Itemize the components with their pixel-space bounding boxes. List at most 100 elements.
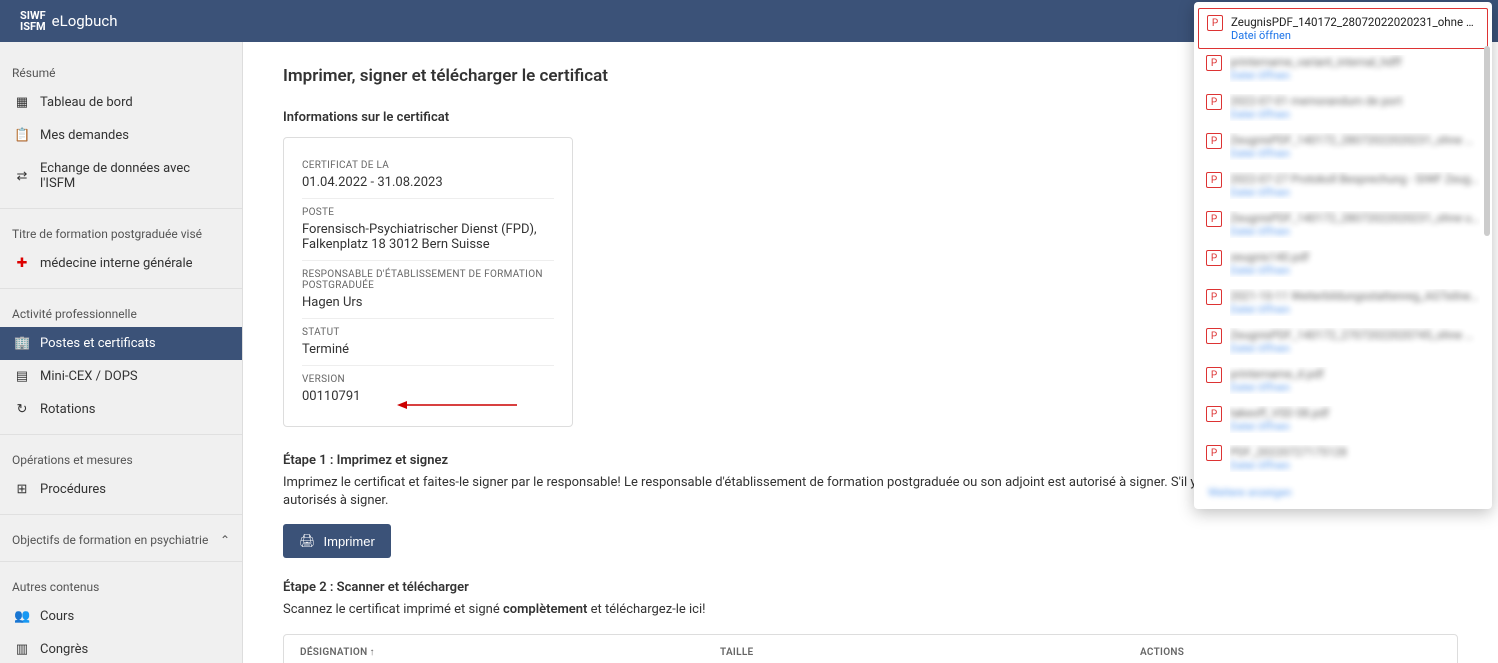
sidebar-section-titre: Titre de formation postgraduée visé (0, 221, 242, 247)
download-open-link[interactable]: Datei öffnen (1230, 108, 1480, 121)
download-name: 2021-10-11 Weiterbildungsstattenreg_AGTe… (1230, 289, 1480, 303)
download-item[interactable]: Pprintername_d.pdfDatei öffnen (1194, 361, 1492, 400)
dashboard-icon: ▦ (14, 95, 30, 110)
download-open-link[interactable]: Datei öffnen (1230, 264, 1480, 277)
download-item[interactable]: P ZeugnisPDF_140172_27072022020745_ohne U… (1194, 322, 1492, 361)
download-name: ZeugnisPDF_140172_28072022020231_ohne un… (1230, 211, 1480, 225)
sort-asc-icon: ↑ (369, 647, 374, 658)
download-name: takeoff_VSD 08.pdf (1230, 406, 1480, 420)
download-open-link[interactable]: Datei öffnen (1231, 29, 1479, 42)
exchange-icon: ⇄ (14, 169, 30, 184)
download-item[interactable]: P 2022-07-01 memorandum de portDatei öffn… (1194, 88, 1492, 127)
sidebar-section-resume: Résumé (0, 60, 242, 86)
pdf-icon: P (1206, 289, 1222, 305)
download-open-link[interactable]: Datei öffnen (1230, 147, 1480, 160)
pdf-icon: P (1206, 406, 1222, 422)
download-item[interactable]: P ZeugnisPDF_140172_28072022020231_ohne u… (1194, 205, 1492, 244)
sidebar-item-demandes[interactable]: 📋Mes demandes (0, 119, 242, 152)
clipboard-icon: 📋 (14, 128, 30, 143)
downloads-scrollbar[interactable] (1484, 46, 1490, 236)
th-designation[interactable]: DÉSIGNATION↑ (300, 647, 720, 658)
sidebar-item-cours[interactable]: 👥Cours (0, 600, 242, 633)
download-item[interactable]: Ptakeoff_VSD 08.pdfDatei öffnen (1194, 400, 1492, 439)
download-open-link[interactable]: Datei öffnen (1230, 381, 1480, 394)
pdf-icon: P (1206, 328, 1222, 344)
step2-desc: Scannez le certificat imprimé et signé c… (283, 601, 1458, 619)
download-open-link[interactable]: Datei öffnen (1230, 225, 1480, 238)
downloads-footer-link[interactable]: Weitere anzeigen (1194, 478, 1492, 499)
pdf-icon: P (1206, 172, 1222, 188)
sidebar-item-congres[interactable]: ▥Congrès (0, 633, 242, 663)
pdf-icon: P (1206, 250, 1222, 266)
resp-label: RESPONSABLE D'ÉTABLISSEMENT DE FORMATION… (302, 269, 554, 291)
sidebar-section-objectifs[interactable]: Objectifs de formation en psychiatrie⌃ (0, 527, 242, 553)
download-open-link[interactable]: Datei öffnen (1230, 69, 1480, 82)
download-open-link[interactable]: Datei öffnen (1230, 186, 1480, 199)
th-actions: ACTIONS (1140, 647, 1441, 658)
swiss-cross-icon: ✚ (14, 256, 30, 271)
download-name: ZeugnisPDF_140172_28072022020231_ohne Un… (1230, 133, 1480, 147)
sidebar-item-postes[interactable]: 🏢Postes et certificats (0, 327, 242, 360)
download-name: printername_d.pdf (1230, 367, 1480, 381)
download-item-highlighted[interactable]: P ZeugnisPDF_140172_28072022020231_ohne … (1198, 8, 1488, 49)
sidebar-item-medecine[interactable]: ✚médecine interne générale (0, 247, 242, 280)
statut-label: STATUT (302, 327, 554, 338)
downloads-panel: P ZeugnisPDF_140172_28072022020231_ohne … (1194, 2, 1492, 509)
file-icon: ▤ (14, 369, 30, 384)
download-item[interactable]: P ZeugnisPDF_140172_28072022020231_ohne U… (1194, 127, 1492, 166)
sidebar-item-minicex[interactable]: ▤Mini-CEX / DOPS (0, 360, 242, 393)
periode-label: CERTIFICAT DE LA (302, 160, 554, 171)
download-open-link[interactable]: Datei öffnen (1230, 459, 1480, 472)
download-open-link[interactable]: Datei öffnen (1230, 342, 1480, 355)
sidebar-item-tableau[interactable]: ▦Tableau de bord (0, 86, 242, 119)
table-header: DÉSIGNATION↑ TAILLE ACTIONS (283, 634, 1458, 663)
print-button[interactable]: 🖨 Imprimer (283, 524, 391, 558)
version-label: VERSION (302, 374, 554, 385)
sidebar-item-rotations[interactable]: ↻Rotations (0, 393, 242, 426)
pdf-icon: P (1207, 15, 1223, 31)
brand-name: eLogbuch (52, 12, 118, 30)
sidebar-section-operations: Opérations et mesures (0, 447, 242, 473)
download-item[interactable]: Pprintername_variant_internal_hdffDatei … (1194, 49, 1492, 88)
download-item[interactable]: P 2022-07-27 Protokoll Besprechung - SIWF… (1194, 166, 1492, 205)
statut-value: Terminé (302, 342, 554, 357)
download-name: ZeugnisPDF_140172_28072022020231_ohne Un… (1231, 15, 1479, 29)
download-open-link[interactable]: Datei öffnen (1230, 420, 1480, 433)
pdf-icon: P (1206, 94, 1222, 110)
sidebar: Résumé ▦Tableau de bord 📋Mes demandes ⇄E… (0, 42, 243, 663)
download-name: printername_variant_internal_hdff (1230, 55, 1480, 69)
download-name: 2022-07-01 memorandum de port (1230, 94, 1480, 108)
pdf-icon: P (1206, 133, 1222, 149)
download-item[interactable]: P PDF_20220727175128Datei öffnen (1194, 439, 1492, 478)
pdf-icon: P (1206, 55, 1222, 71)
th-taille[interactable]: TAILLE (720, 647, 1140, 658)
calendar-icon: ▥ (14, 642, 30, 657)
download-item[interactable]: P 2021-10-11 Weiterbildungsstattenreg_AGT… (1194, 283, 1492, 322)
poste-label: POSTE (302, 207, 554, 218)
pdf-icon: P (1206, 367, 1222, 383)
resp-value: Hagen Urs (302, 295, 554, 310)
building-icon: 🏢 (14, 336, 30, 351)
pdf-icon: P (1206, 445, 1222, 461)
download-item[interactable]: Pzeugnis140.pdfDatei öffnen (1194, 244, 1492, 283)
brand: SIWF ISFM eLogbuch (20, 10, 118, 32)
sidebar-section-activite: Activité professionnelle (0, 301, 242, 327)
brand-logo: SIWF ISFM (20, 10, 46, 32)
download-name: zeugnis140.pdf (1230, 250, 1480, 264)
info-card: CERTIFICAT DE LA 01.04.2022 - 31.08.2023… (283, 137, 573, 427)
plus-square-icon: ⊞ (14, 482, 30, 497)
download-open-link[interactable]: Datei öffnen (1230, 303, 1480, 316)
step2-title: Étape 2 : Scanner et télécharger (283, 580, 1458, 595)
poste-value: Forensisch-Psychiatrischer Dienst (FPD),… (302, 222, 554, 252)
download-name: PDF_20220727175128 (1230, 445, 1480, 459)
sidebar-item-echange[interactable]: ⇄Echange de données avec l'ISFM (0, 152, 242, 200)
arrow-annotation (397, 400, 507, 402)
sidebar-item-procedures[interactable]: ⊞Procédures (0, 473, 242, 506)
pdf-icon: P (1206, 211, 1222, 227)
users-icon: 👥 (14, 609, 30, 624)
sidebar-section-autres: Autres contenus (0, 574, 242, 600)
download-name: ZeugnisPDF_140172_27072022020745_ohne Un… (1230, 328, 1480, 342)
print-icon: 🖨 (299, 533, 316, 549)
periode-value: 01.04.2022 - 31.08.2023 (302, 175, 554, 190)
download-name: 2022-07-27 Protokoll Besprechung - SIWF … (1230, 172, 1480, 186)
